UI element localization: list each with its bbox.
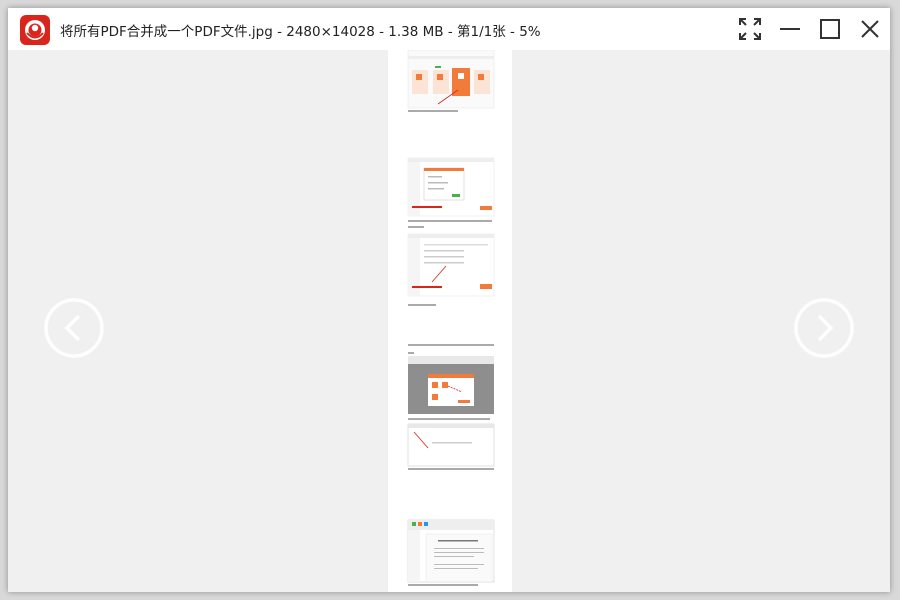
minimize-icon <box>780 28 800 30</box>
displayed-image[interactable] <box>388 50 512 592</box>
fullscreen-button[interactable] <box>735 14 765 44</box>
image-viewport[interactable] <box>8 50 890 592</box>
maximize-button[interactable] <box>815 14 845 44</box>
fullscreen-icon <box>739 18 761 40</box>
previous-image-button[interactable] <box>44 298 104 358</box>
app-logo-icon <box>20 15 50 45</box>
next-image-button[interactable] <box>794 298 854 358</box>
window-title: 将所有PDF合并成一个PDF文件.jpg - 2480×14028 - 1.38… <box>60 24 541 40</box>
minimize-button[interactable] <box>775 14 805 44</box>
chevron-left-icon <box>44 298 104 358</box>
chevron-right-icon <box>794 298 854 358</box>
close-icon <box>861 20 879 38</box>
tutorial-screenshot-thumbnail <box>407 50 495 586</box>
title-bar[interactable]: 将所有PDF合并成一个PDF文件.jpg - 2480×14028 - 1.38… <box>8 8 890 50</box>
close-button[interactable] <box>855 14 885 44</box>
image-viewer-window: 将所有PDF合并成一个PDF文件.jpg - 2480×14028 - 1.38… <box>8 8 890 592</box>
maximize-icon <box>820 19 840 39</box>
